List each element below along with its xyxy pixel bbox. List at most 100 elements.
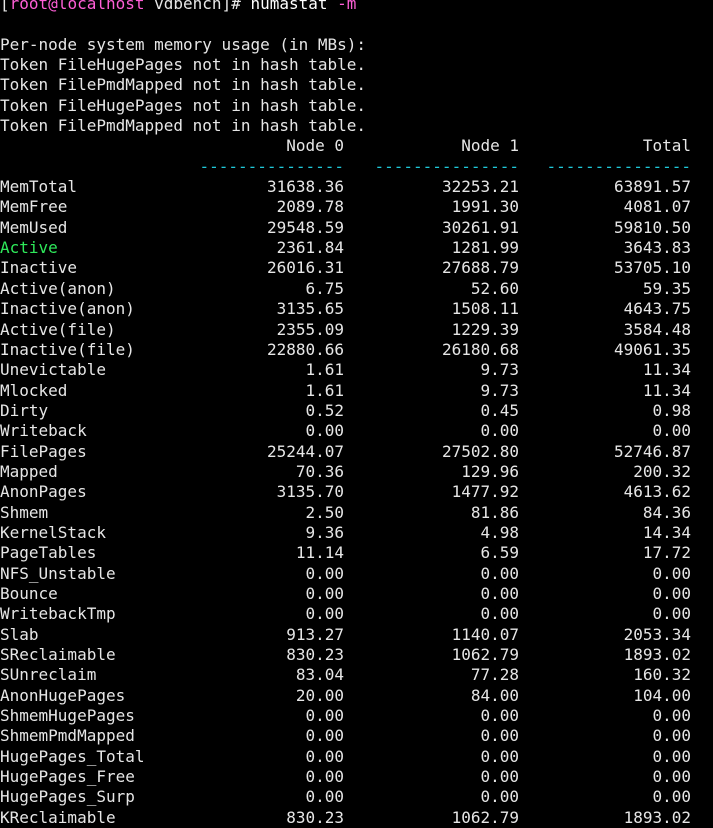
row-label: MemFree bbox=[0, 197, 68, 217]
row-node1-value: 27688.79 bbox=[441, 258, 519, 278]
row-total-value: 2053.34 bbox=[623, 624, 691, 644]
table-row: HugePages_Free 0.00 0.00 0.00 bbox=[0, 767, 713, 787]
output-message-line: Per-node system memory usage (in MBs): bbox=[0, 34, 367, 54]
table-row: MemUsed 29548.59 30261.91 59810.50 bbox=[0, 218, 713, 238]
table-row: AnonHugePages 20.00 84.00 104.00 bbox=[0, 686, 713, 706]
row-node0-value: 0.00 bbox=[305, 767, 344, 787]
row-label: Shmem bbox=[0, 502, 49, 522]
terminal-window[interactable]: [root@localhost vdbench]# numastat -m Pe… bbox=[0, 0, 713, 828]
row-total-value: 11.34 bbox=[642, 360, 691, 380]
row-total-value: 0.00 bbox=[652, 787, 691, 807]
row-node0-value: 1.61 bbox=[305, 360, 344, 380]
row-node0-value: 830.23 bbox=[286, 645, 344, 664]
table-row: WritebackTmp 0.00 0.00 0.00 bbox=[0, 604, 713, 624]
header-row: Node 0 Node 1 Total bbox=[0, 136, 713, 156]
row-node1-value: 0.00 bbox=[480, 726, 519, 746]
header-total: Total bbox=[642, 136, 691, 156]
row-node1-value: 0.00 bbox=[480, 787, 519, 807]
row-total-value: 3584.48 bbox=[623, 319, 691, 339]
output-message-line: Token FileHugePages not in hash table. bbox=[0, 55, 367, 75]
output-message-line: Token FilePmdMapped not in hash table. bbox=[0, 75, 367, 95]
row-node1-value: 0.00 bbox=[480, 767, 519, 787]
prompt-open: [ bbox=[0, 0, 10, 13]
row-node1-value: 1508.11 bbox=[451, 299, 519, 319]
row-node0-value: 22880.66 bbox=[266, 339, 344, 359]
row-label: ShmemHugePages bbox=[0, 706, 135, 726]
row-label: Active(file) bbox=[0, 319, 116, 339]
row-label: Unevictable bbox=[0, 360, 106, 380]
table-row: Dirty 0.52 0.45 0.98 bbox=[0, 401, 713, 421]
row-node1-value: 52.60 bbox=[470, 278, 519, 298]
memory-table: MemTotal 31638.36 32253.21 63891.57 MemFree 2… bbox=[0, 177, 713, 828]
header-node1: Node 1 bbox=[461, 136, 519, 156]
row-total-value: 0.98 bbox=[652, 400, 691, 420]
table-row: Shmem 2.50 81.86 84.36 bbox=[0, 503, 713, 523]
row-node1-value: 1062.79 bbox=[451, 645, 519, 664]
header-node0: Node 0 bbox=[286, 136, 344, 156]
row-total-value: 1893.02 bbox=[623, 807, 691, 827]
row-label: Bounce bbox=[0, 583, 58, 603]
row-node1-value: 84.00 bbox=[470, 685, 519, 705]
table-row: AnonPages 3135.70 1477.92 4613.62 bbox=[0, 482, 713, 502]
row-label: HugePages_Total bbox=[0, 746, 145, 766]
row-node0-value: 2361.84 bbox=[276, 238, 344, 258]
row-total-value: 160.32 bbox=[633, 665, 691, 685]
row-label: AnonHugePages bbox=[0, 685, 126, 705]
row-label: PageTables bbox=[0, 543, 97, 563]
row-label: FilePages bbox=[0, 441, 87, 461]
row-total-value: 0.00 bbox=[652, 583, 691, 603]
table-row: ShmemPmdMapped 0.00 0.00 0.00 bbox=[0, 726, 713, 746]
table-row: Active(file) 2355.09 1229.39 3584.48 bbox=[0, 320, 713, 340]
row-node1-value: 30261.91 bbox=[441, 217, 519, 237]
row-label: Inactive(anon) bbox=[0, 299, 135, 319]
row-node0-value: 11.14 bbox=[295, 543, 344, 563]
row-label: MemUsed bbox=[0, 217, 68, 237]
table-row: SUnreclaim 83.04 77.28 160.32 bbox=[0, 665, 713, 685]
table-row: MemFree 2089.78 1991.30 4081.07 bbox=[0, 197, 713, 217]
table-row: Bounce 0.00 0.00 0.00 bbox=[0, 584, 713, 604]
row-node1-value: 0.00 bbox=[480, 421, 519, 441]
separator-node1: --------------- bbox=[374, 156, 520, 176]
row-node0-value: 70.36 bbox=[295, 461, 344, 481]
prompt-line: [root@localhost vdbench]# numastat -m bbox=[0, 0, 713, 14]
row-label: Mapped bbox=[0, 461, 58, 481]
table-row: Inactive 26016.31 27688.79 53705.10 bbox=[0, 258, 713, 278]
row-node0-value: 29548.59 bbox=[266, 217, 344, 237]
row-node0-value: 20.00 bbox=[295, 685, 344, 705]
table-row: Slab 913.27 1140.07 2053.34 bbox=[0, 625, 713, 645]
row-total-value: 0.00 bbox=[652, 746, 691, 766]
table-row: MemTotal 31638.36 32253.21 63891.57 bbox=[0, 177, 713, 197]
row-node0-value: 25244.07 bbox=[266, 441, 344, 461]
row-node0-value: 2.50 bbox=[305, 502, 344, 522]
row-total-value: 59810.50 bbox=[613, 217, 691, 237]
row-total-value: 14.34 bbox=[642, 522, 691, 542]
row-node0-value: 0.00 bbox=[305, 563, 344, 583]
row-label: AnonPages bbox=[0, 482, 87, 502]
row-total-value: 53705.10 bbox=[613, 258, 691, 278]
row-label: NFS_Unstable bbox=[0, 563, 116, 583]
row-node0-value: 830.23 bbox=[286, 807, 344, 827]
row-node1-value: 4.98 bbox=[480, 522, 519, 542]
table-row: HugePages_Surp 0.00 0.00 0.00 bbox=[0, 787, 713, 807]
row-label: Inactive(file) bbox=[0, 339, 135, 359]
row-total-value: 11.34 bbox=[642, 380, 691, 400]
row-node0-value: 1.61 bbox=[305, 380, 344, 400]
row-node0-value: 83.04 bbox=[295, 665, 344, 685]
prompt-command: numastat bbox=[250, 0, 328, 13]
row-node0-value: 26016.31 bbox=[266, 258, 344, 278]
separator-node0: --------------- bbox=[199, 156, 345, 176]
row-node0-value: 0.00 bbox=[305, 604, 344, 624]
prompt-user-host: root@localhost bbox=[9, 0, 145, 13]
row-total-value: 0.00 bbox=[652, 421, 691, 441]
row-total-value: 0.00 bbox=[652, 706, 691, 726]
table-row: FilePages 25244.07 27502.80 52746.87 bbox=[0, 442, 713, 462]
row-total-value: 0.00 bbox=[652, 604, 691, 624]
row-node1-value: 32253.21 bbox=[441, 177, 519, 197]
row-label: HugePages_Free bbox=[0, 767, 135, 787]
table-row: PageTables 11.14 6.59 17.72 bbox=[0, 543, 713, 563]
row-label: Slab bbox=[0, 624, 39, 644]
table-row: Inactive(file) 22880.66 26180.68 49061.35 bbox=[0, 340, 713, 360]
row-label: ShmemPmdMapped bbox=[0, 726, 135, 746]
row-node0-value: 0.00 bbox=[305, 726, 344, 746]
